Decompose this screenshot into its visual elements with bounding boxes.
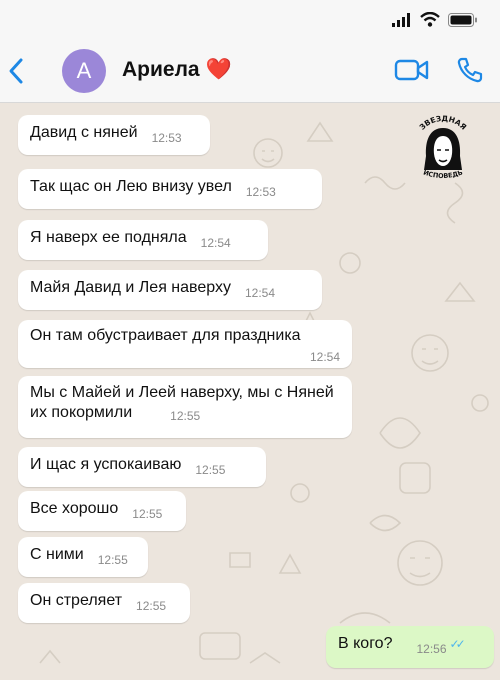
phone-icon xyxy=(457,57,483,83)
message-time: 12:56 xyxy=(416,642,447,656)
status-bar xyxy=(0,0,500,40)
avatar[interactable]: A xyxy=(62,49,106,93)
message-text: Давид с няней xyxy=(30,124,138,141)
read-ticks-icon: ✓✓ xyxy=(449,637,466,651)
message-bubble[interactable]: Я наверх ее подняла 12:54 xyxy=(18,220,268,260)
video-call-button[interactable] xyxy=(394,57,430,83)
message-bubble[interactable]: Майя Давид и Лея наверху 12:54 xyxy=(18,270,322,310)
battery-icon xyxy=(448,12,478,32)
avatar-initial: A xyxy=(76,58,92,83)
watermark-logo-icon: ЗВЕЗДНАЯ ИСПОВЕДЬ xyxy=(418,114,469,180)
message-time: 12:55 xyxy=(195,463,226,477)
message-time: 12:54 xyxy=(200,236,231,250)
svg-text:ИСПОВЕДЬ: ИСПОВЕДЬ xyxy=(422,168,464,180)
voice-call-button[interactable] xyxy=(456,56,484,84)
message-bubble[interactable]: Все хорошо 12:55 xyxy=(18,491,186,531)
message-time: 12:55 xyxy=(136,599,167,613)
message-bubble-outgoing[interactable]: В кого? 12:56 ✓✓ xyxy=(326,626,494,668)
status-icons xyxy=(392,11,478,32)
message-time: 12:55 xyxy=(170,409,201,423)
message-bubble[interactable]: Давид с няней 12:53 xyxy=(18,115,210,155)
message-text: И щас я успокаиваю xyxy=(30,456,182,473)
contact-name-text: Ариела xyxy=(122,58,200,81)
message-time: 12:55 xyxy=(97,553,128,567)
message-bubble[interactable]: Он там обустраивает для праздника 12:54 xyxy=(18,320,352,368)
signal-icon xyxy=(392,12,412,32)
message-bubble[interactable]: Так щас он Лею внизу увел 12:53 xyxy=(18,169,322,209)
message-text: С ними xyxy=(30,546,84,563)
message-text: Майя Давид и Лея наверху xyxy=(30,279,231,296)
back-button[interactable] xyxy=(4,54,30,88)
watermark-bottom-text: ИСПОВЕДЬ xyxy=(422,168,464,180)
message-bubble[interactable]: Он стреляет 12:55 xyxy=(18,583,190,623)
message-time: 12:54 xyxy=(244,286,275,300)
message-time: 12:54 xyxy=(309,350,340,364)
message-bubble[interactable]: Мы с Майей и Леей наверху, мы с Няней их… xyxy=(18,376,352,438)
contact-name[interactable]: Ариела ❤️ xyxy=(122,58,232,82)
chat-header: A Ариела ❤️ xyxy=(0,40,500,103)
message-time: 12:53 xyxy=(245,185,276,199)
message-text: Так щас он Лею внизу увел xyxy=(30,178,232,195)
wifi-icon xyxy=(420,11,440,32)
video-camera-icon xyxy=(394,59,429,81)
message-bubble[interactable]: И щас я успокаиваю 12:55 xyxy=(18,447,266,487)
message-text: Он там обустраивает для праздника xyxy=(30,327,301,344)
chevron-left-icon xyxy=(9,58,23,84)
message-text: Я наверх ее подняла xyxy=(30,229,187,246)
message-text: Он стреляет xyxy=(30,592,123,609)
message-text: В кого? xyxy=(338,635,393,652)
heart-emoji: ❤️ xyxy=(205,58,232,81)
message-time: 12:53 xyxy=(151,131,182,145)
message-bubble[interactable]: С ними 12:55 xyxy=(18,537,148,577)
message-time: 12:55 xyxy=(132,507,163,521)
message-text: Все хорошо xyxy=(30,500,119,517)
watermark-logo: ЗВЕЗДНАЯ ИСПОВЕДЬ xyxy=(408,114,478,184)
